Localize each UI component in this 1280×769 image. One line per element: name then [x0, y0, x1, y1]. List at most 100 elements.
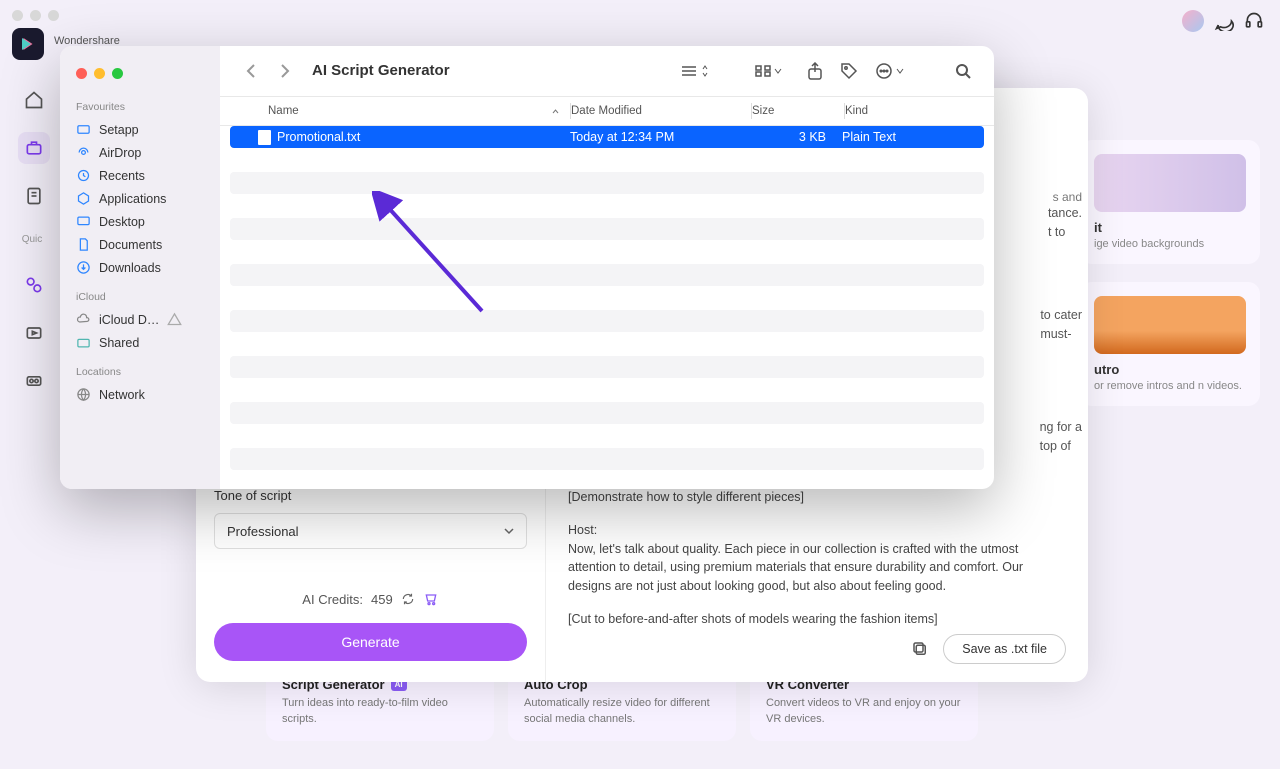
file-row-selected[interactable]: Promotional.txt Today at 12:34 PM 3 KB P…: [230, 126, 984, 148]
table-row: [230, 172, 984, 194]
script-line: Host: Now, let's talk about quality. Eac…: [568, 521, 1066, 596]
tone-of-script-label: Tone of script: [214, 488, 527, 503]
column-kind[interactable]: Kind: [845, 105, 994, 117]
table-row: [230, 149, 984, 171]
nav-document-icon[interactable]: [18, 180, 50, 212]
table-row: [230, 379, 984, 401]
save-as-txt-button[interactable]: Save as .txt file: [943, 634, 1066, 664]
chat-icon[interactable]: [1214, 11, 1234, 31]
quick-section-label: Quic: [22, 234, 43, 245]
script-snippet: tance. t to: [1048, 204, 1082, 242]
cart-icon[interactable]: [423, 591, 439, 607]
nav-quick1-icon[interactable]: [18, 269, 50, 301]
chevron-down-icon: [896, 67, 904, 75]
file-dialog-title: AI Script Generator: [312, 62, 450, 79]
share-button[interactable]: [800, 58, 830, 84]
column-date[interactable]: Date Modified: [571, 105, 751, 117]
feature-card-title: utro: [1094, 362, 1246, 377]
sidebar-item-icloud-drive[interactable]: iCloud D…: [76, 308, 204, 331]
table-row: [230, 448, 984, 470]
warning-icon: [167, 312, 182, 327]
tone-select[interactable]: Professional: [214, 513, 527, 549]
window-traffic-lights: [12, 10, 59, 21]
file-dialog-sidebar: Favourites Setapp AirDrop Recents Applic…: [60, 46, 220, 489]
updown-icon: [700, 64, 710, 78]
nav-back-button[interactable]: [236, 58, 266, 84]
text-file-icon: [258, 130, 271, 145]
nav-toolbox-icon[interactable]: [18, 132, 50, 164]
feature-cards-right: it ige video backgrounds utro or remove …: [1080, 140, 1260, 424]
feature-card-desc: ige video backgrounds: [1094, 238, 1246, 250]
file-kind: Plain Text: [842, 130, 984, 144]
chevron-down-icon: [504, 526, 514, 536]
column-size[interactable]: Size: [752, 105, 844, 117]
table-row: [230, 241, 984, 263]
table-row: [230, 287, 984, 309]
app-sidebar: Quic: [12, 28, 56, 397]
file-save-dialog: Favourites Setapp AirDrop Recents Applic…: [60, 46, 994, 489]
headset-icon[interactable]: [1244, 11, 1264, 31]
feature-card-outro[interactable]: utro or remove intros and n videos.: [1080, 282, 1260, 406]
more-actions-button[interactable]: [874, 62, 904, 80]
sidebar-item-airdrop[interactable]: AirDrop: [76, 141, 204, 164]
table-row: [230, 402, 984, 424]
table-row: [230, 264, 984, 286]
nav-quick3-icon[interactable]: [18, 365, 50, 397]
credits-label: AI Credits:: [302, 592, 363, 607]
file-name: Promotional.txt: [277, 130, 360, 144]
file-list: Promotional.txt Today at 12:34 PM 3 KB P…: [220, 126, 994, 489]
refresh-icon[interactable]: [401, 592, 415, 606]
copy-icon[interactable]: [911, 640, 929, 658]
file-size: 3 KB: [750, 130, 842, 144]
file-dialog-toolbar: AI Script Generator: [220, 46, 994, 96]
feature-card-desc: or remove intros and n videos.: [1094, 380, 1246, 392]
nav-home-icon[interactable]: [18, 84, 50, 116]
locations-section-label: Locations: [76, 366, 204, 378]
column-name[interactable]: Name: [220, 105, 570, 117]
app-logo-icon: [12, 28, 44, 60]
tone-select-value: Professional: [227, 524, 299, 539]
icloud-section-label: iCloud: [76, 291, 204, 303]
credits-value: 459: [371, 592, 393, 607]
file-dialog-main: AI Script Generator Name Date Modified S…: [220, 46, 994, 489]
table-row: [230, 218, 984, 240]
sidebar-item-desktop[interactable]: Desktop: [76, 210, 204, 233]
table-row: [230, 356, 984, 378]
tag-button[interactable]: [834, 58, 864, 84]
favourites-section-label: Favourites: [76, 101, 204, 113]
feature-card-title: it: [1094, 220, 1246, 235]
table-row: [230, 310, 984, 332]
card-desc: Convert videos to VR and enjoy on your V…: [766, 696, 962, 727]
sidebar-item-downloads[interactable]: Downloads: [76, 256, 204, 279]
file-date: Today at 12:34 PM: [570, 130, 750, 144]
feature-card-edit[interactable]: it ige video backgrounds: [1080, 140, 1260, 264]
chevron-down-icon: [774, 67, 782, 75]
sidebar-item-recents[interactable]: Recents: [76, 164, 204, 187]
sidebar-item-network[interactable]: Network: [76, 383, 204, 406]
sidebar-item-setapp[interactable]: Setapp: [76, 118, 204, 141]
avatar[interactable]: [1182, 10, 1204, 32]
sidebar-item-shared[interactable]: Shared: [76, 331, 204, 354]
sidebar-item-applications[interactable]: Applications: [76, 187, 204, 210]
view-list-toggle[interactable]: [680, 64, 710, 78]
script-line: [Cut to before-and-after shots of models…: [568, 610, 1066, 629]
table-row: [230, 333, 984, 355]
file-columns-header: Name Date Modified Size Kind: [220, 96, 994, 126]
script-snippet: to cater must-: [1040, 306, 1082, 344]
sort-asc-icon: [551, 107, 560, 116]
card-desc: Automatically resize video for different…: [524, 696, 720, 727]
dialog-traffic-lights[interactable]: [60, 58, 220, 95]
script-snippet: ng for a top of: [1040, 418, 1082, 456]
credits-row: AI Credits: 459: [214, 591, 527, 607]
sidebar-item-documents[interactable]: Documents: [76, 233, 204, 256]
nav-quick2-icon[interactable]: [18, 317, 50, 349]
header-right: [1182, 10, 1264, 32]
view-grid-toggle[interactable]: [754, 64, 782, 78]
nav-forward-button[interactable]: [270, 58, 300, 84]
script-line: [Demonstrate how to style different piec…: [568, 488, 1066, 507]
table-row: [230, 195, 984, 217]
generate-button[interactable]: Generate: [214, 623, 527, 661]
table-row: [230, 425, 984, 447]
card-desc: Turn ideas into ready-to-film video scri…: [282, 696, 478, 727]
search-button[interactable]: [948, 58, 978, 84]
